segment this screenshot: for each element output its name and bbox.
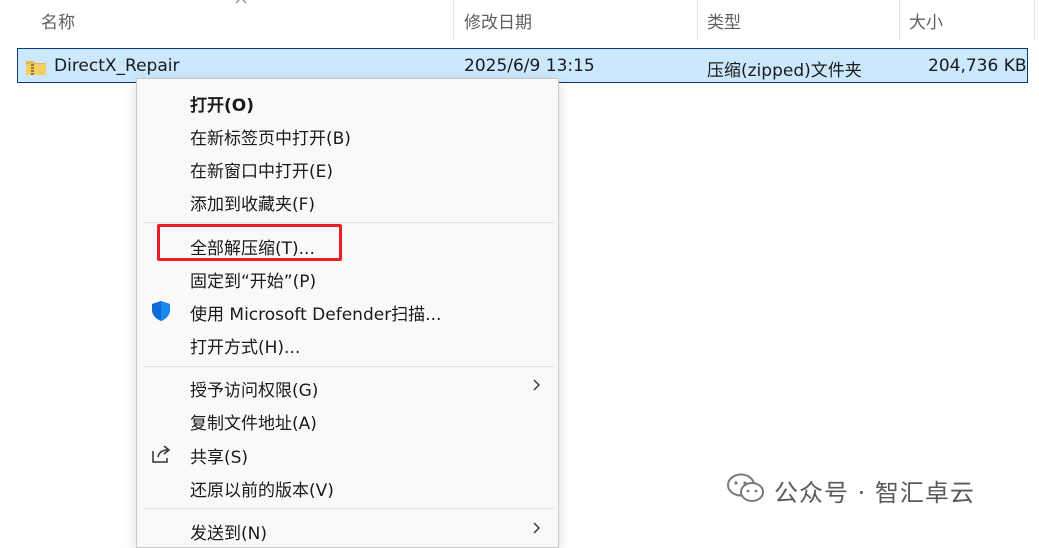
menu-item-open-new-window[interactable]: 在新窗口中打开(E) <box>137 151 558 184</box>
column-divider[interactable] <box>453 0 454 40</box>
column-divider[interactable] <box>899 0 900 40</box>
annotation-highlight-box <box>157 224 342 261</box>
file-modified: 2025/6/9 13:15 <box>464 56 595 76</box>
file-type: 压缩(zipped)文件夹 <box>707 61 862 81</box>
menu-item-label: 添加到收藏夹(F) <box>190 195 316 215</box>
menu-item-open[interactable]: 打开(O) <box>137 85 558 118</box>
menu-item-pin-to-start[interactable]: 固定到“开始”(P) <box>137 261 558 294</box>
column-size[interactable]: 大小 <box>909 8 943 33</box>
share-icon <box>152 445 171 463</box>
menu-item-label: 使用 Microsoft Defender扫描... <box>190 305 442 325</box>
menu-item-label: 打开方式(H)... <box>190 338 301 358</box>
column-divider[interactable] <box>697 0 698 40</box>
column-divider[interactable] <box>1034 0 1035 40</box>
shield-icon <box>152 301 170 321</box>
context-menu: 打开(O) 在新标签页中打开(B) 在新窗口中打开(E) 添加到收藏夹(F) 全… <box>136 78 559 548</box>
menu-item-label: 发送到(N) <box>190 524 267 544</box>
menu-item-label: 复制文件地址(A) <box>190 414 317 434</box>
menu-item-label: 固定到“开始”(P) <box>190 272 317 292</box>
menu-divider <box>144 222 554 223</box>
menu-item-add-favorites[interactable]: 添加到收藏夹(F) <box>137 184 558 217</box>
zip-folder-icon <box>26 61 46 75</box>
menu-item-open-new-tab[interactable]: 在新标签页中打开(B) <box>137 118 558 151</box>
column-name[interactable]: 名称 <box>41 8 75 33</box>
menu-item-label: 共享(S) <box>190 448 249 468</box>
file-name: DirectX_Repair <box>54 56 180 76</box>
menu-item-send-to[interactable]: 发送到(N) <box>137 513 558 546</box>
column-modified[interactable]: 修改日期 <box>464 8 532 33</box>
menu-item-share[interactable]: 共享(S) <box>137 437 558 470</box>
column-type[interactable]: 类型 <box>707 8 741 33</box>
menu-divider <box>144 508 554 509</box>
file-size: 204,736 KB <box>928 56 1027 76</box>
menu-divider <box>144 366 554 367</box>
menu-item-restore-versions[interactable]: 还原以前的版本(V) <box>137 470 558 503</box>
menu-item-open-with[interactable]: 打开方式(H)... <box>137 327 558 360</box>
menu-item-label: 打开(O) <box>190 96 254 116</box>
watermark-text: 公众号 · 智汇卓云 <box>774 479 975 507</box>
column-header: 名称 修改日期 类型 大小 <box>0 0 1039 40</box>
chevron-right-icon <box>533 522 540 534</box>
menu-item-label: 在新标签页中打开(B) <box>190 129 351 149</box>
wechat-icon <box>727 473 764 502</box>
menu-item-label: 还原以前的版本(V) <box>190 481 334 501</box>
menu-item-give-access[interactable]: 授予访问权限(G) <box>137 370 558 403</box>
menu-item-label: 在新窗口中打开(E) <box>190 162 334 182</box>
menu-item-label: 授予访问权限(G) <box>190 381 319 401</box>
menu-item-defender-scan[interactable]: 使用 Microsoft Defender扫描... <box>137 294 558 327</box>
sort-ascending-icon <box>235 0 247 4</box>
chevron-right-icon <box>533 379 540 391</box>
menu-item-copy-path[interactable]: 复制文件地址(A) <box>137 403 558 436</box>
